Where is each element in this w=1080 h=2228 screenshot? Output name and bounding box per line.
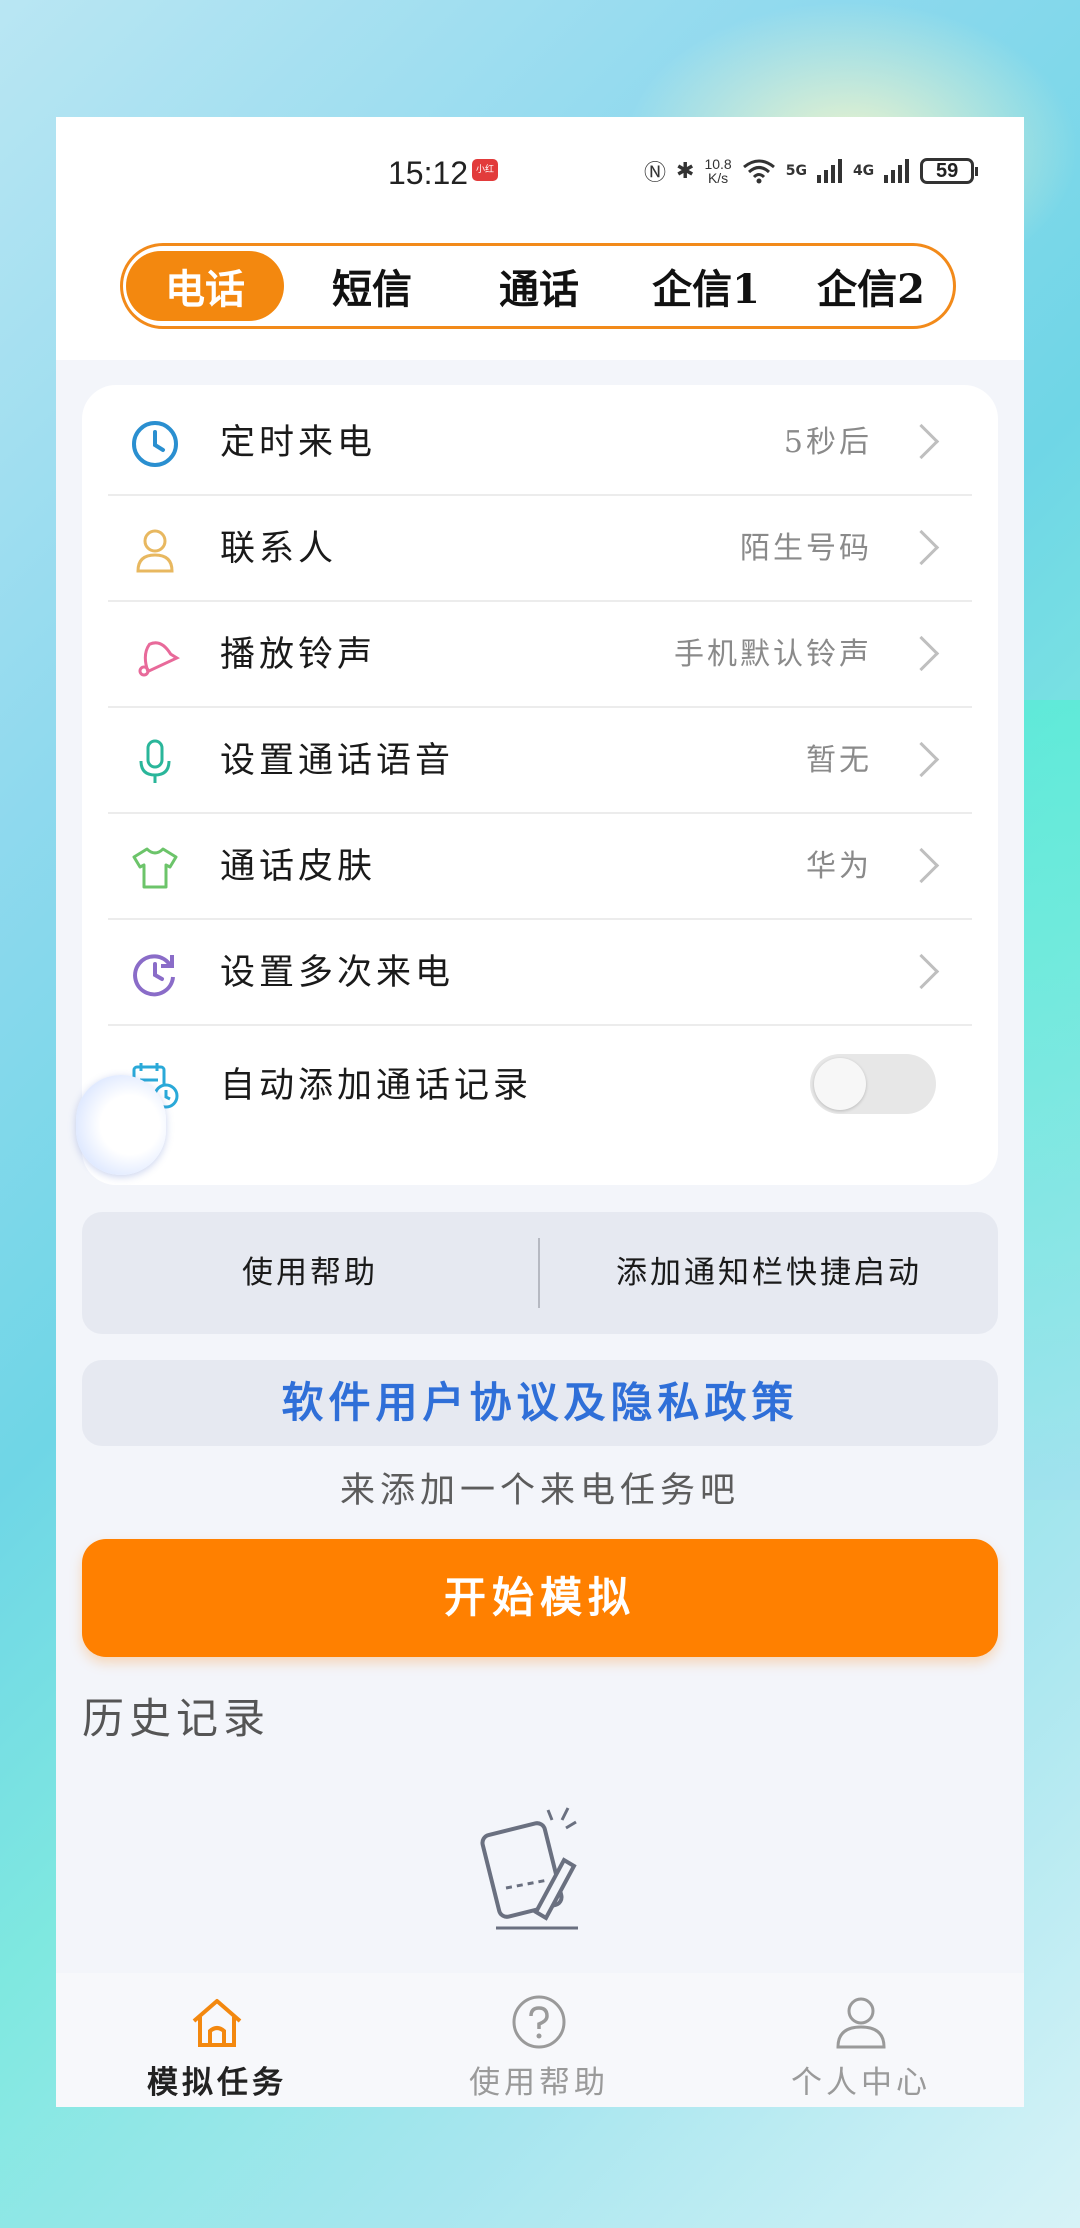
- help-bar: 使用帮助 添加通知栏快捷启动: [82, 1212, 998, 1334]
- setting-row-voice[interactable]: 设置通话语音 暂无: [108, 708, 972, 814]
- chevron-right-icon: [903, 635, 940, 672]
- setting-label: 播放铃声: [220, 635, 377, 675]
- status-time: 15:12: [388, 155, 469, 191]
- auto-log-toggle[interactable]: [810, 1054, 936, 1114]
- clock-icon: [132, 421, 178, 467]
- setting-row-multiple-calls[interactable]: 设置多次来电: [108, 920, 972, 1026]
- tab-call[interactable]: 通话: [460, 251, 618, 321]
- setting-value: 5秒后: [783, 425, 872, 460]
- add-shortcut-button[interactable]: 添加通知栏快捷启动: [540, 1212, 998, 1334]
- chevron-right-icon: [903, 953, 940, 990]
- bottom-navigation: 模拟任务 使用帮助 个人中心: [56, 1973, 1024, 2107]
- setting-value: 华为: [806, 849, 872, 884]
- chevron-right-icon: [903, 423, 940, 460]
- start-simulation-button[interactable]: 开始模拟: [82, 1539, 998, 1657]
- wifi-icon: [742, 159, 775, 184]
- shirt-icon: [132, 847, 178, 889]
- help-circle-icon: [512, 1995, 566, 2049]
- nav-simulate-task[interactable]: 模拟任务: [56, 1973, 378, 2107]
- setting-value: 手机默认铃声: [674, 637, 872, 672]
- setting-label: 联系人: [220, 529, 338, 569]
- setting-label: 自动添加通话记录: [220, 1066, 533, 1106]
- setting-row-timed-call[interactable]: 定时来电 5秒后: [108, 390, 972, 496]
- home-icon: [192, 1999, 242, 2047]
- bluetooth-icon: ✱: [676, 158, 695, 184]
- history-title: 历史记录: [82, 1694, 271, 1743]
- policy-link[interactable]: 软件用户协议及隐私政策: [82, 1360, 998, 1446]
- app-notification-badge: 小红书: [472, 159, 498, 197]
- battery-indicator: 59: [920, 158, 979, 184]
- tab-sms[interactable]: 短信: [293, 251, 451, 321]
- setting-label: 定时来电: [220, 423, 377, 463]
- nav-usage-help[interactable]: 使用帮助: [378, 1973, 700, 2107]
- setting-row-ringtone[interactable]: 播放铃声 手机默认铃声: [108, 602, 972, 708]
- setting-label: 设置多次来电: [220, 953, 455, 993]
- phone-screen: 15:12 小红书 Ⓝ ✱ 10.8 K/s 5G 4G 59 电话 短信 通话: [56, 117, 1024, 2107]
- nav-label: 模拟任务: [147, 2065, 287, 2101]
- setting-label: 设置通话语音: [220, 741, 455, 781]
- setting-label: 通话皮肤: [220, 847, 377, 887]
- nav-personal-center[interactable]: 个人中心: [700, 1973, 1022, 2107]
- tab-phone[interactable]: 电话: [126, 251, 284, 321]
- microphone-icon: [139, 739, 171, 783]
- signal-5g-label: 5G: [785, 163, 807, 179]
- signal-bars-icon-2: [884, 159, 910, 183]
- floating-assistant-bubble[interactable]: [76, 1075, 166, 1175]
- mode-tabbar: 电话 短信 通话 企信1 企信2: [120, 243, 956, 329]
- network-speed: 10.8 K/s: [704, 156, 732, 186]
- chevron-right-icon: [903, 529, 940, 566]
- user-icon: [836, 1997, 886, 2049]
- settings-card: 定时来电 5秒后 联系人 陌生号码 播放铃声 手机默认铃声 设置通话语音 暂无 …: [82, 385, 998, 1185]
- repeat-clock-icon: [133, 954, 175, 997]
- setting-value: 陌生号码: [740, 531, 872, 566]
- tab-enterprise-1[interactable]: 企信1: [627, 251, 785, 321]
- empty-hint: 来添加一个来电任务吧: [339, 1471, 740, 1511]
- nav-label: 使用帮助: [469, 2065, 609, 2101]
- signal-bars-icon: [816, 159, 842, 183]
- usage-help-button[interactable]: 使用帮助: [82, 1212, 538, 1334]
- status-icons: Ⓝ ✱ 10.8 K/s 5G 4G 59: [644, 153, 979, 189]
- nfc-icon: Ⓝ: [644, 161, 667, 186]
- nav-label: 个人中心: [791, 2065, 931, 2101]
- setting-row-contact[interactable]: 联系人 陌生号码: [108, 496, 972, 602]
- signal-4g-label: 4G: [852, 163, 875, 179]
- setting-row-auto-log: 自动添加通话记录: [108, 1026, 972, 1146]
- setting-value: 暂无: [806, 743, 872, 778]
- bell-icon: [138, 641, 180, 677]
- toggle-knob: [814, 1058, 866, 1110]
- person-icon: [136, 529, 174, 573]
- chevron-right-icon: [903, 741, 940, 778]
- tab-enterprise-2[interactable]: 企信2: [792, 251, 950, 321]
- empty-note-icon: [480, 1807, 578, 1930]
- chevron-right-icon: [903, 847, 940, 884]
- setting-row-skin[interactable]: 通话皮肤 华为: [108, 814, 972, 920]
